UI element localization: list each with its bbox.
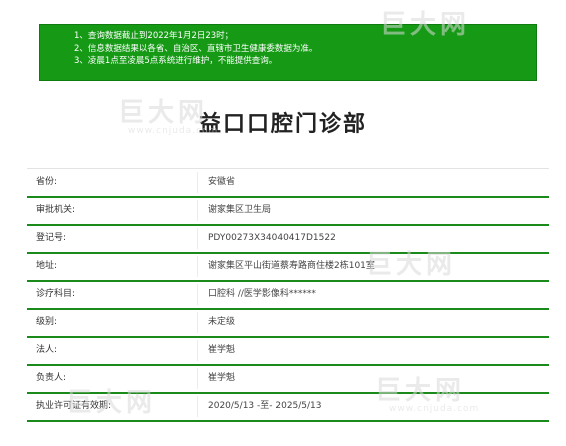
- field-label-departments: 诊疗科目:: [36, 289, 76, 299]
- column-divider: [197, 368, 198, 389]
- table-row: 负责人: 崔学魁: [27, 365, 549, 394]
- table-row: 法人: 崔学魁: [27, 337, 549, 366]
- notice-line: 3、凌晨1点至凌晨5点系统进行维护，不能提供查询。: [74, 56, 278, 66]
- field-value-legal-person: 崔学魁: [208, 345, 236, 355]
- table-row: 审批机关: 谢家集区卫生局: [27, 197, 549, 226]
- table-row: 诊疗科目: 口腔科 //医学影像科******: [27, 281, 549, 310]
- column-divider: [197, 200, 198, 221]
- table-row: 登记号: PDY00273X34040417D1522: [27, 225, 549, 254]
- field-value-address: 谢家集区平山街道蔡寿路商住楼2栋101室: [208, 261, 375, 271]
- field-label-license-validity: 执业许可证有效期:: [36, 401, 112, 411]
- table-row: 地址: 谢家集区平山街道蔡寿路商住楼2栋101室: [27, 253, 549, 282]
- field-label-legal-person: 法人:: [36, 345, 58, 355]
- field-value-grade: 未定级: [208, 317, 236, 327]
- notice-line: 1、查询数据截止到2022年1月2日23时；: [74, 31, 234, 41]
- field-label-approval-authority: 审批机关:: [36, 205, 76, 215]
- column-divider: [197, 396, 198, 417]
- field-value-license-validity: 2020/5/13 -至- 2025/5/13: [208, 401, 322, 411]
- column-divider: [197, 256, 198, 277]
- field-value-departments: 口腔科 //医学影像科******: [208, 289, 316, 299]
- field-label-province: 省份:: [36, 177, 58, 187]
- table-row: 级别: 未定级: [27, 309, 549, 338]
- column-divider: [197, 172, 198, 193]
- field-label-person-in-charge: 负责人:: [36, 373, 67, 383]
- table-row: 省份: 安徽省: [27, 169, 549, 198]
- page-title: 益口口腔门诊部: [198, 112, 367, 137]
- table-row: 执业许可证有效期: 2020/5/13 -至- 2025/5/13: [27, 393, 549, 422]
- clinic-info-table: 省份: 安徽省 审批机关: 谢家集区卫生局 登记号: PDY00273X3404…: [27, 168, 549, 422]
- column-divider: [197, 228, 198, 249]
- notice-banner: 1、查询数据截止到2022年1月2日23时； 2、信息数据结果以各省、自治区、直…: [39, 24, 537, 81]
- field-value-registration-no: PDY00273X34040417D1522: [208, 233, 336, 243]
- field-value-province: 安徽省: [208, 177, 236, 187]
- field-label-address: 地址:: [36, 261, 58, 271]
- column-divider: [197, 340, 198, 361]
- field-value-person-in-charge: 崔学魁: [208, 373, 236, 383]
- field-label-grade: 级别:: [36, 317, 58, 327]
- column-divider: [197, 312, 198, 333]
- field-label-registration-no: 登记号:: [36, 233, 67, 243]
- column-divider: [197, 284, 198, 305]
- field-value-approval-authority: 谢家集区卫生局: [208, 205, 272, 215]
- notice-line: 2、信息数据结果以各省、自治区、直辖市卫生健康委数据为准。: [74, 43, 318, 54]
